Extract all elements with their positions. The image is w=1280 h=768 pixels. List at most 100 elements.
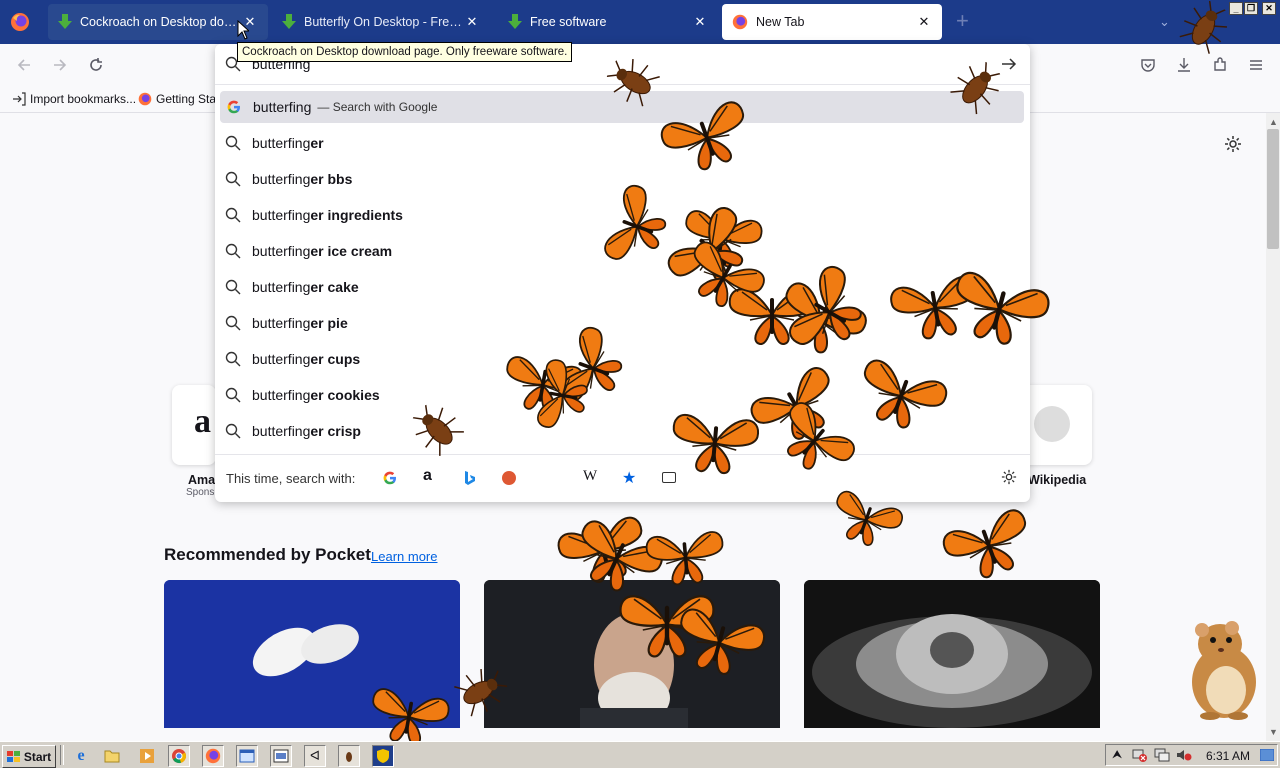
suggestion-completion: er ice cream [310,243,393,259]
close-window-icon[interactable]: ✕ [1262,2,1276,15]
new-tab-plus-icon[interactable]: + [956,8,969,34]
hamster-app-icon[interactable]: ᐊ [304,745,326,767]
list-all-tabs-chevron-icon[interactable]: ⌄ [1159,14,1170,30]
tab-title: New Tab [756,15,805,29]
tab-cockroach[interactable]: Cockroach on Desktop download ✕ [48,4,268,40]
back-arrow-icon[interactable] [10,51,38,79]
search-icon [225,135,243,151]
wikipedia-globe-icon [1034,406,1070,442]
hamburger-menu-icon[interactable] [1242,51,1270,79]
search-icon [225,423,243,439]
clock[interactable]: 6:31 AM [1206,749,1250,763]
suggestion-typed: butterfing [252,243,311,259]
close-icon[interactable]: ✕ [692,14,708,30]
suggestion-typed: butterfing [252,279,311,295]
suggestion-completion: er cups [310,351,361,367]
download-arrow-icon [282,14,296,30]
amazon-logo-icon: a [194,403,211,440]
suggestion-completion: er [310,135,324,151]
shortcut-tile-wikipedia[interactable] [1020,385,1092,465]
tab-new-tab[interactable]: New Tab ✕ [722,4,942,40]
show-desktop-icon[interactable] [1260,749,1274,761]
cockroach-app-icon[interactable] [338,745,360,767]
download-arrow-icon [58,14,72,30]
firefox-taskbar-icon[interactable] [202,745,224,767]
tab-title: Cockroach on Desktop download [80,15,242,29]
start-button[interactable]: Start [2,745,56,768]
suggestion-typed: butterfing [252,135,311,151]
folder-icon[interactable] [101,745,123,767]
taskbar-separator [60,745,64,765]
tab-strip: Cockroach on Desktop download ✕ Butterfl… [0,0,1280,44]
firefox-icon [138,92,152,106]
windows-taskbar: Start e ᐊ ⮝ 6:31 AM [0,741,1280,768]
media-player-icon[interactable] [136,745,158,767]
suggestion-text: butterfinger cookies [252,387,380,403]
app-window-icon[interactable] [270,745,292,767]
start-label: Start [23,749,52,764]
search-icon [225,171,243,187]
forward-arrow-icon[interactable] [46,51,74,79]
suggestion-typed: butterfing [252,207,311,223]
suggestion-completion: er pie [310,315,348,331]
tab-free-software[interactable]: Free software ✕ [498,4,718,40]
getting-started-item[interactable]: Getting Sta [138,90,216,108]
network-error-icon[interactable] [1132,748,1148,762]
search-icon [225,351,243,367]
chrome-icon[interactable] [168,745,190,767]
network-icon[interactable] [1154,748,1170,762]
wikipedia-engine-icon[interactable]: W [583,468,597,485]
suggestion-typed: butterfing [252,351,311,367]
scroll-up-icon[interactable]: ▲ [1269,117,1278,127]
close-icon[interactable]: ✕ [916,14,932,30]
tab-butterfly[interactable]: Butterfly On Desktop - Freeware s ✕ [272,4,490,40]
firefox-icon [732,14,748,30]
page-scrollbar[interactable]: ▲ ▼ [1266,113,1280,741]
suggestion-text: butterfinger ingredients [252,207,403,223]
firefox-menu-icon[interactable] [10,12,30,32]
import-bookmarks-item[interactable]: Import bookmarks... [12,90,136,108]
butterfly-sprite [638,522,733,593]
customize-gear-icon[interactable] [1224,135,1242,153]
shortcut-tile-amazon[interactable]: a [172,385,216,465]
hamster-sprite [1180,616,1264,720]
shortcut-label: Wikipedia [1028,473,1087,487]
pocket-card-3[interactable] [804,580,1100,728]
suggestion-completion: er cake [310,279,359,295]
suggestion-text: butterfinger bbs [252,171,352,187]
amazon-engine-icon[interactable]: a [423,467,432,485]
suggestion-query: butterfing [253,99,312,115]
security-shield-icon[interactable] [372,745,394,767]
reload-icon[interactable] [82,51,110,79]
google-engine-icon[interactable] [383,471,397,485]
learn-more-link[interactable]: Learn more [371,549,437,564]
pocket-heading: Recommended by Pocket [164,545,371,564]
shortcut-label: Ama [188,473,216,487]
go-arrow-icon[interactable] [1001,57,1017,71]
bing-engine-icon[interactable] [464,470,476,486]
suggestion-text: butterfinger crisp [252,423,361,439]
suggestion-typed: butterfing [252,387,311,403]
tab-tooltip: Cockroach on Desktop download page. Only… [237,42,573,62]
downloads-icon[interactable] [1170,51,1198,79]
suggestion-text: butterfinger [252,135,324,151]
suggestion-typed: butterfing [252,315,311,331]
suggestion-text: butterfinger cake [252,279,359,295]
bookmarks-star-icon[interactable]: ★ [622,468,636,488]
pocket-icon[interactable] [1134,51,1162,79]
ie-icon[interactable]: e [70,745,92,767]
suggestion-suffix: — Search with Google [317,100,438,114]
restore-icon[interactable]: ❐ [1244,2,1258,15]
app-window-icon[interactable] [236,745,258,767]
suggestion-row[interactable]: butterfinger [215,125,1030,161]
volume-muted-icon[interactable] [1176,748,1192,762]
suggestion-completion: er cookies [310,387,380,403]
search-settings-gear-icon[interactable] [1001,469,1017,485]
scrollbar-thumb[interactable] [1267,129,1279,249]
tab-title: Butterfly On Desktop - Freeware s [304,15,464,29]
suggestion-typed: butterfing [252,423,311,439]
tray-expand-icon[interactable]: ⮝ [1112,747,1122,762]
duckduckgo-engine-icon[interactable] [502,471,516,485]
scroll-down-icon[interactable]: ▼ [1269,727,1278,737]
close-icon[interactable]: ✕ [464,14,480,30]
